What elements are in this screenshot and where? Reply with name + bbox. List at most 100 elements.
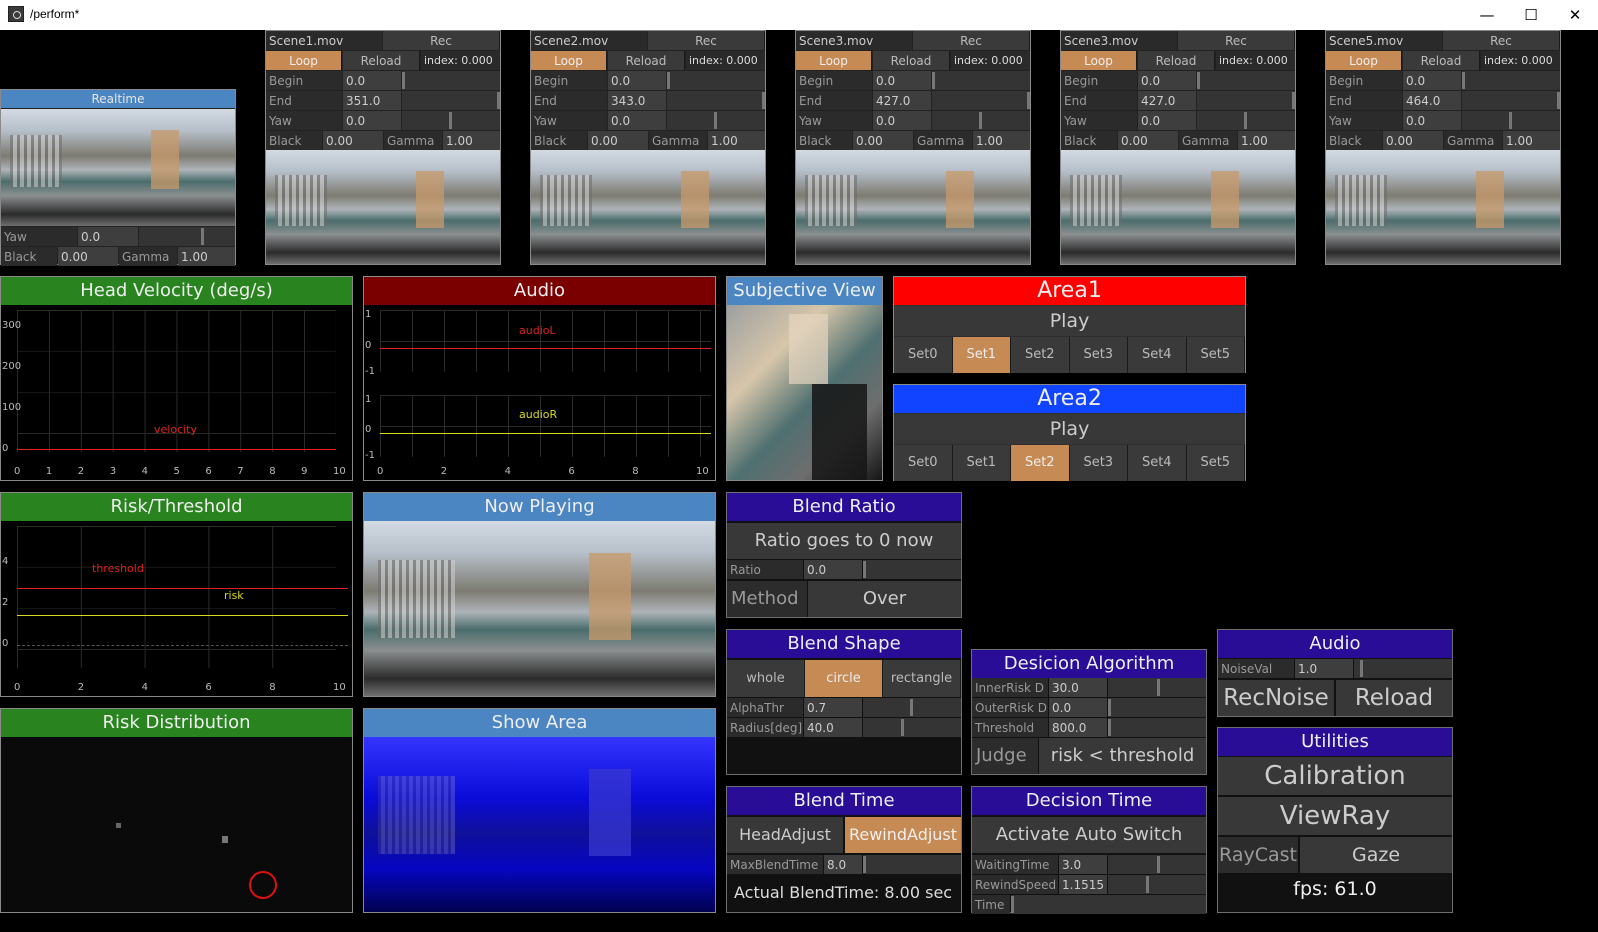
close-button[interactable]: ✕	[1553, 0, 1597, 30]
inner-risk-field[interactable]: 30.0	[1049, 678, 1107, 697]
area1-set-button[interactable]: Set1	[952, 337, 1011, 373]
rewind-speed-field[interactable]: 1.1515	[1059, 875, 1107, 894]
gamma-field[interactable]: 1.00	[973, 131, 1030, 150]
black-field[interactable]: 0.00	[1118, 131, 1178, 150]
gamma-field[interactable]: 1.00	[708, 131, 765, 150]
waiting-time-slider[interactable]	[1108, 855, 1206, 874]
area2-set-button[interactable]: Set0	[894, 445, 953, 481]
begin-slider[interactable]	[667, 71, 765, 90]
end-field[interactable]: 427.0	[1138, 91, 1196, 110]
minimize-button[interactable]: —	[1465, 0, 1509, 30]
rewind-adjust-button[interactable]: RewindAdjust	[845, 817, 961, 853]
shape-rectangle-button[interactable]: rectangle	[883, 660, 961, 697]
area2-set-button[interactable]: Set4	[1128, 445, 1187, 481]
area1-set-button[interactable]: Set0	[894, 337, 953, 373]
auto-switch-button[interactable]: Activate Auto Switch	[972, 817, 1206, 853]
threshold-field[interactable]: 800.0	[1049, 718, 1107, 737]
yaw-slider[interactable]	[1197, 111, 1295, 130]
area2-set-button[interactable]: Set5	[1186, 445, 1245, 481]
radius-slider[interactable]	[863, 718, 961, 737]
begin-field[interactable]: 0.0	[1138, 71, 1196, 90]
end-field[interactable]: 427.0	[873, 91, 931, 110]
head-adjust-button[interactable]: HeadAdjust	[727, 817, 843, 853]
scene-file-field[interactable]: Scene2.mov	[531, 31, 647, 50]
scene-reload-button[interactable]: Reload	[343, 51, 420, 70]
noise-field[interactable]: 1.0	[1295, 659, 1353, 678]
max-blend-time-field[interactable]: 8.0	[824, 855, 862, 874]
yaw-field[interactable]: 0.0	[78, 227, 138, 246]
gaze-button[interactable]: Gaze	[1300, 837, 1452, 873]
black-field[interactable]: 0.00	[588, 131, 648, 150]
scene-reload-button[interactable]: Reload	[1403, 51, 1480, 70]
radius-field[interactable]: 40.0	[804, 718, 862, 737]
inner-risk-slider[interactable]	[1108, 678, 1206, 697]
begin-slider[interactable]	[1197, 71, 1295, 90]
begin-slider[interactable]	[932, 71, 1030, 90]
threshold-slider[interactable]	[1108, 718, 1206, 737]
yaw-slider[interactable]	[1462, 111, 1560, 130]
scene-reload-button[interactable]: Reload	[873, 51, 950, 70]
scene-file-field[interactable]: Scene5.mov	[1326, 31, 1442, 50]
scene-file-field[interactable]: Scene3.mov	[796, 31, 912, 50]
scene-rec-button[interactable]: Rec	[913, 31, 1030, 50]
alpha-slider[interactable]	[863, 698, 961, 717]
yaw-field[interactable]: 0.0	[608, 111, 666, 130]
yaw-slider[interactable]	[402, 111, 500, 130]
area2-set-button[interactable]: Set3	[1069, 445, 1128, 481]
area1-set-button[interactable]: Set3	[1069, 337, 1128, 373]
ratio-field[interactable]: 0.0	[804, 560, 862, 579]
area2-set-button[interactable]: Set1	[952, 445, 1011, 481]
scene-loop-button[interactable]: Loop	[1061, 51, 1137, 70]
gamma-field[interactable]: 1.00	[443, 131, 500, 150]
black-field[interactable]: 0.00	[58, 247, 118, 266]
end-slider[interactable]	[932, 91, 1030, 110]
scene-file-field[interactable]: Scene1.mov	[266, 31, 382, 50]
scene-loop-button[interactable]: Loop	[1326, 51, 1402, 70]
alpha-field[interactable]: 0.7	[804, 698, 862, 717]
scene-reload-button[interactable]: Reload	[1138, 51, 1215, 70]
end-slider[interactable]	[1197, 91, 1295, 110]
max-blend-time-slider[interactable]	[863, 855, 961, 874]
end-field[interactable]: 343.0	[608, 91, 666, 110]
begin-field[interactable]: 0.0	[1403, 71, 1461, 90]
calibration-button[interactable]: Calibration	[1218, 757, 1452, 795]
outer-risk-slider[interactable]	[1108, 698, 1206, 717]
end-slider[interactable]	[667, 91, 765, 110]
rewind-speed-slider[interactable]	[1108, 875, 1206, 894]
yaw-slider[interactable]	[667, 111, 765, 130]
audio-reload-button[interactable]: Reload	[1336, 680, 1452, 716]
yaw-field[interactable]: 0.0	[873, 111, 931, 130]
gamma-field[interactable]: 1.00	[1238, 131, 1295, 150]
shape-circle-button[interactable]: circle	[805, 660, 883, 697]
begin-slider[interactable]	[402, 71, 500, 90]
black-field[interactable]: 0.00	[853, 131, 913, 150]
viewray-button[interactable]: ViewRay	[1218, 797, 1452, 835]
yaw-field[interactable]: 0.0	[1138, 111, 1196, 130]
judge-select[interactable]: risk < threshold	[1039, 738, 1206, 774]
method-select[interactable]: Over	[808, 581, 961, 617]
begin-field[interactable]: 0.0	[343, 71, 401, 90]
scene-loop-button[interactable]: Loop	[796, 51, 872, 70]
ratio-slider[interactable]	[863, 560, 961, 579]
yaw-slider[interactable]	[932, 111, 1030, 130]
begin-field[interactable]: 0.0	[608, 71, 666, 90]
black-field[interactable]: 0.00	[1383, 131, 1443, 150]
area2-play-button[interactable]: Play	[894, 414, 1245, 444]
end-slider[interactable]	[1462, 91, 1560, 110]
area1-play-button[interactable]: Play	[894, 306, 1245, 336]
gamma-field[interactable]: 1.00	[178, 247, 235, 266]
area2-set-button[interactable]: Set2	[1011, 445, 1070, 481]
recnoise-button[interactable]: RecNoise	[1218, 680, 1334, 716]
end-slider[interactable]	[402, 91, 500, 110]
area1-set-button[interactable]: Set2	[1011, 337, 1070, 373]
noise-slider[interactable]	[1354, 659, 1452, 678]
scene-file-field[interactable]: Scene3.mov	[1061, 31, 1177, 50]
outer-risk-field[interactable]: 0.0	[1049, 698, 1107, 717]
yaw-field[interactable]: 0.0	[343, 111, 401, 130]
scene-reload-button[interactable]: Reload	[608, 51, 685, 70]
scene-rec-button[interactable]: Rec	[383, 31, 500, 50]
gamma-field[interactable]: 1.00	[1503, 131, 1560, 150]
end-field[interactable]: 351.0	[343, 91, 401, 110]
scene-rec-button[interactable]: Rec	[1443, 31, 1560, 50]
area1-set-button[interactable]: Set4	[1128, 337, 1187, 373]
